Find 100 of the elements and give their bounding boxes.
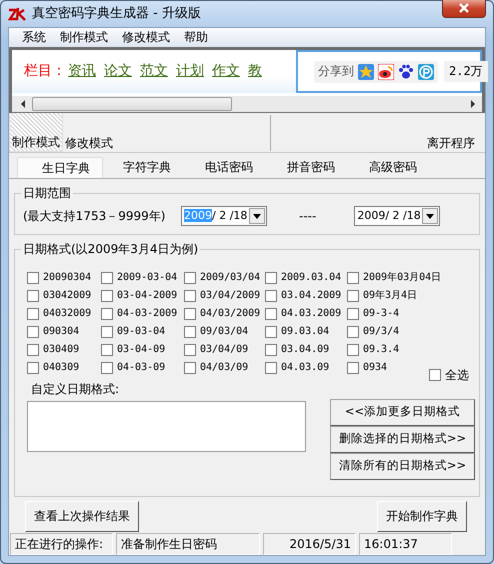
format-button[interactable]: 删除选择的日期格式>>: [330, 426, 475, 453]
checkbox-box[interactable]: [27, 362, 39, 374]
custom-format-field[interactable]: [27, 400, 306, 452]
format-checkbox[interactable]: 03.04.2009: [265, 290, 347, 302]
format-checkbox[interactable]: 09-03-04: [101, 326, 184, 338]
checkbox-box[interactable]: [265, 290, 277, 302]
format-button[interactable]: 清除所有的日期格式>>: [330, 452, 475, 480]
checkbox-box[interactable]: [101, 272, 113, 284]
qzone-star-icon[interactable]: [358, 64, 374, 80]
format-checkbox[interactable]: 04/03/09: [184, 362, 265, 374]
mode-button[interactable]: 制作模式: [9, 112, 63, 152]
select-all-checkbox[interactable]: 全选: [429, 368, 469, 382]
checkbox-box[interactable]: [347, 344, 359, 356]
start-date-picker[interactable]: 2009/ 2 /18: [181, 206, 267, 226]
format-checkbox[interactable]: 2009/03/04: [184, 272, 265, 284]
format-checkbox[interactable]: 09/03/04: [184, 326, 265, 338]
tab[interactable]: 字符字典: [109, 157, 185, 178]
close-icon[interactable]: [458, 3, 470, 13]
action-button[interactable]: 查看上次操作结果: [25, 501, 139, 532]
share-label: 分享到: [318, 64, 354, 79]
scroll-right-icon[interactable]: [470, 100, 476, 108]
checkbox-box[interactable]: [347, 290, 359, 302]
checkbox-box[interactable]: [347, 326, 359, 338]
format-checkbox[interactable]: 03/04/2009: [184, 290, 265, 302]
nav-link[interactable]: 计划: [176, 63, 204, 80]
checkbox-box[interactable]: [265, 308, 277, 320]
checkbox-box[interactable]: [347, 272, 359, 284]
format-checkbox[interactable]: 2009.03.04: [265, 272, 347, 284]
checkbox-box[interactable]: [101, 344, 113, 356]
checkbox-box[interactable]: [265, 344, 277, 356]
checkbox-box[interactable]: [27, 272, 39, 284]
checkbox-box[interactable]: [347, 362, 359, 374]
scroll-left-icon[interactable]: [20, 100, 26, 108]
tab[interactable]: 电话密码: [191, 157, 267, 178]
nav-link[interactable]: 教: [248, 63, 262, 80]
dropdown-arrow-icon[interactable]: [426, 214, 434, 218]
checkbox-box[interactable]: [184, 326, 196, 338]
format-checkbox[interactable]: 03/04/09: [184, 344, 265, 356]
end-date-picker[interactable]: 2009/ 2 /18: [354, 206, 440, 226]
checkbox-box[interactable]: [27, 344, 39, 356]
format-checkbox[interactable]: 09-3-4: [347, 308, 457, 320]
checkbox-box[interactable]: [184, 344, 196, 356]
nav-link[interactable]: 作文: [212, 63, 240, 80]
menu-item[interactable]: 帮助: [177, 30, 215, 45]
format-checkbox[interactable]: 04032009: [27, 308, 101, 320]
format-checkbox[interactable]: 04.03.2009: [265, 308, 347, 320]
mode-button[interactable]: 修改模式: [63, 112, 115, 152]
checkbox-box[interactable]: [101, 308, 113, 320]
menu-item[interactable]: 系统: [15, 30, 53, 45]
format-checkbox[interactable]: 090304: [27, 326, 101, 338]
checkbox-box[interactable]: [27, 308, 39, 320]
checkbox-box[interactable]: [184, 290, 196, 302]
custom-format-label: 自定义日期格式:: [31, 382, 120, 397]
format-checkbox[interactable]: 040309: [27, 362, 101, 374]
checkbox-box[interactable]: [27, 290, 39, 302]
format-checkbox[interactable]: 20090304: [27, 272, 101, 284]
checkbox-box[interactable]: [101, 362, 113, 374]
format-checkbox[interactable]: 09年3月4日: [347, 290, 457, 302]
paw-icon[interactable]: [398, 64, 414, 80]
format-checkbox[interactable]: 09/3/4: [347, 326, 457, 338]
horizontal-scrollbar[interactable]: [12, 96, 482, 112]
checkbox-box[interactable]: [265, 326, 277, 338]
checkbox-box[interactable]: [265, 272, 277, 284]
close-button[interactable]: [442, 0, 486, 18]
tab[interactable]: 高级密码: [355, 157, 431, 178]
scroll-thumb[interactable]: [32, 97, 232, 111]
tab[interactable]: 生日字典: [17, 157, 103, 178]
format-checkbox[interactable]: 03-04-2009: [101, 290, 184, 302]
nav-link[interactable]: 范文: [140, 63, 168, 80]
format-checkbox[interactable]: 2009-03-04: [101, 272, 184, 284]
checkbox-box[interactable]: [184, 308, 196, 320]
format-checkbox[interactable]: 03-04-09: [101, 344, 184, 356]
tab[interactable]: 拼音密码: [273, 157, 349, 178]
format-checkbox[interactable]: 03042009: [27, 290, 101, 302]
format-checkbox[interactable]: 04/03/2009: [184, 308, 265, 320]
format-checkbox[interactable]: 04-03-09: [101, 362, 184, 374]
format-checkbox[interactable]: 04.03.09: [265, 362, 347, 374]
menu-item[interactable]: 制作模式: [53, 30, 115, 45]
checkbox-box[interactable]: [184, 362, 196, 374]
checkbox-box[interactable]: [347, 308, 359, 320]
format-checkbox[interactable]: 2009年03月04日: [347, 272, 457, 284]
format-checkbox[interactable]: 09.3.4: [347, 344, 457, 356]
format-checkbox[interactable]: 04-03-2009: [101, 308, 184, 320]
checkbox-box[interactable]: [184, 272, 196, 284]
nav-link[interactable]: 资讯: [68, 63, 96, 80]
checkbox-box[interactable]: [101, 326, 113, 338]
action-button[interactable]: 开始制作字典: [377, 501, 467, 532]
format-checkbox[interactable]: 030409: [27, 344, 101, 356]
format-checkbox[interactable]: 03.04.09: [265, 344, 347, 356]
checkbox-box[interactable]: [27, 326, 39, 338]
nav-link[interactable]: 论文: [104, 63, 132, 80]
format-button[interactable]: <<添加更多日期格式: [330, 398, 475, 426]
menu-item[interactable]: 修改模式: [115, 30, 177, 45]
format-checkbox[interactable]: 09.03.04: [265, 326, 347, 338]
eye-icon[interactable]: [378, 64, 394, 80]
status-field: 准备制作生日密码: [116, 533, 260, 555]
exit-button[interactable]: 离开程序: [425, 112, 477, 152]
dropdown-arrow-icon[interactable]: [253, 214, 261, 218]
checkbox-box[interactable]: [265, 362, 277, 374]
checkbox-box[interactable]: [101, 290, 113, 302]
